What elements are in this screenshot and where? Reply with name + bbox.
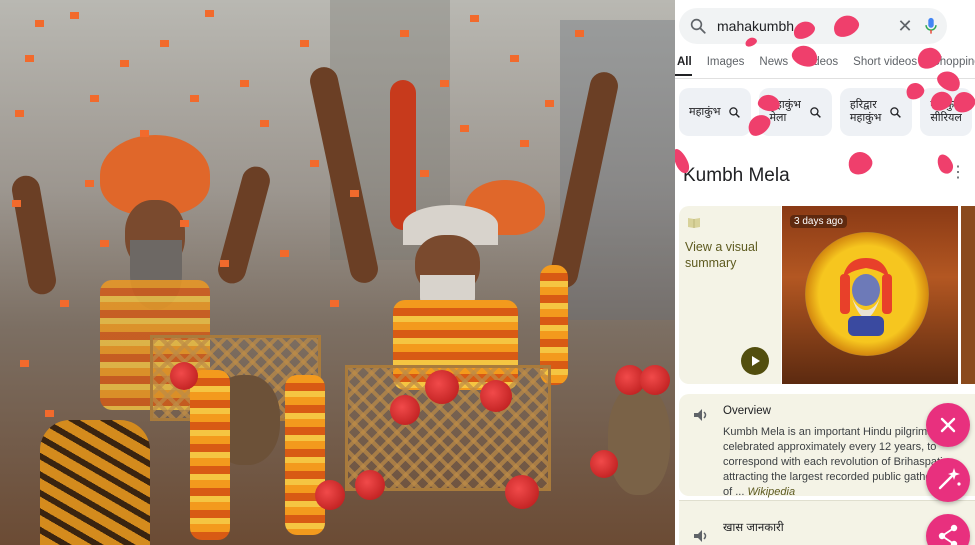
confetti (280, 250, 289, 257)
confetti (310, 160, 319, 167)
tab-all[interactable]: All (675, 52, 692, 76)
sadhu-center (307, 55, 621, 395)
entity-title: Kumbh Mela (683, 165, 790, 186)
search-icon (690, 18, 706, 34)
overview-title: Overview (723, 405, 771, 417)
mic-icon[interactable] (923, 17, 939, 35)
sparkle-fab[interactable] (926, 458, 970, 502)
book-icon (688, 218, 700, 228)
confetti (240, 80, 249, 87)
search-icon (890, 106, 902, 118)
close-icon[interactable]: ✕ (895, 16, 915, 37)
confetti (90, 95, 99, 102)
confetti (12, 200, 21, 207)
related-chip[interactable]: महाकुंभ (679, 88, 752, 136)
camel-head (608, 385, 670, 495)
confetti (25, 55, 34, 62)
confetti (120, 60, 129, 67)
sadhu-illustration (840, 258, 892, 336)
confetti (510, 55, 519, 62)
chip-label: महाकुंभ (689, 105, 721, 118)
confetti (20, 360, 29, 367)
close-fab[interactable] (926, 403, 970, 447)
pompom (480, 380, 512, 412)
search-icon (810, 106, 821, 118)
pompom (640, 365, 670, 395)
confetti (160, 40, 169, 47)
garland (285, 375, 325, 535)
play-icon[interactable] (741, 347, 769, 375)
tiger-cloth (40, 420, 150, 545)
raised-arm (307, 64, 381, 286)
related-search-chips: महाकुंभ महाकुंभमेला हरिद्वारमहाकुंभ महाक… (679, 88, 972, 138)
confetti (520, 140, 529, 147)
confetti (575, 30, 584, 37)
visual-summary-card[interactable]: View a visual summary (679, 206, 781, 384)
pompom (315, 480, 345, 510)
related-chip[interactable]: हरिद्वार महाकुंभ (839, 88, 913, 136)
confetti (180, 220, 189, 227)
share-icon (938, 524, 958, 545)
confetti (45, 410, 54, 417)
confetti (400, 30, 409, 37)
confetti (70, 12, 79, 19)
confetti (220, 260, 229, 267)
confetti (300, 40, 309, 47)
confetti (460, 125, 469, 132)
confetti (470, 15, 479, 22)
pompom (355, 470, 385, 500)
khas-title: खास जानकारी (723, 522, 784, 534)
speaker-icon[interactable] (693, 529, 709, 543)
confetti (420, 170, 429, 177)
rose-petal (844, 147, 876, 179)
tab-short-videos[interactable]: Short videos (851, 52, 917, 76)
chip-label: हरिद्वार महाकुंभ (849, 99, 882, 124)
raised-arm (9, 173, 59, 297)
speaker-icon[interactable] (693, 408, 709, 422)
tab-images[interactable]: Images (705, 52, 745, 76)
raised-arm (547, 69, 621, 291)
confetti (205, 10, 214, 17)
pompom (390, 395, 420, 425)
search-results-panel: mahakumbh ✕ All Images News Videos Short… (675, 0, 975, 545)
pompom (505, 475, 539, 509)
pompom (170, 362, 198, 390)
confetti (140, 130, 149, 137)
search-icon (729, 106, 741, 118)
confetti (260, 120, 269, 127)
tab-news[interactable]: News (757, 52, 788, 76)
time-badge: 3 days ago (790, 215, 847, 228)
garland (190, 370, 230, 540)
visual-summary-thumbnail[interactable]: 3 days ago (782, 206, 958, 384)
sparkle-icon (938, 468, 961, 490)
pompom (590, 450, 618, 478)
confetti (440, 80, 449, 87)
confetti (85, 180, 94, 187)
confetti (190, 95, 199, 102)
pompom (425, 370, 459, 404)
next-thumbnail[interactable] (961, 206, 975, 384)
overview-source[interactable]: Wikipedia (747, 486, 795, 498)
close-icon (940, 417, 956, 433)
confetti (100, 240, 109, 247)
tabs-divider (675, 78, 975, 79)
confetti (330, 300, 339, 307)
confetti (35, 20, 44, 27)
raised-arm (390, 80, 416, 230)
news-photo (0, 0, 675, 545)
share-fab[interactable] (926, 514, 970, 545)
confetti (15, 110, 24, 117)
confetti (545, 100, 554, 107)
confetti (350, 190, 359, 197)
confetti (60, 300, 69, 307)
visual-summary-label: View a visual summary (685, 240, 758, 270)
raised-arm (214, 163, 274, 287)
